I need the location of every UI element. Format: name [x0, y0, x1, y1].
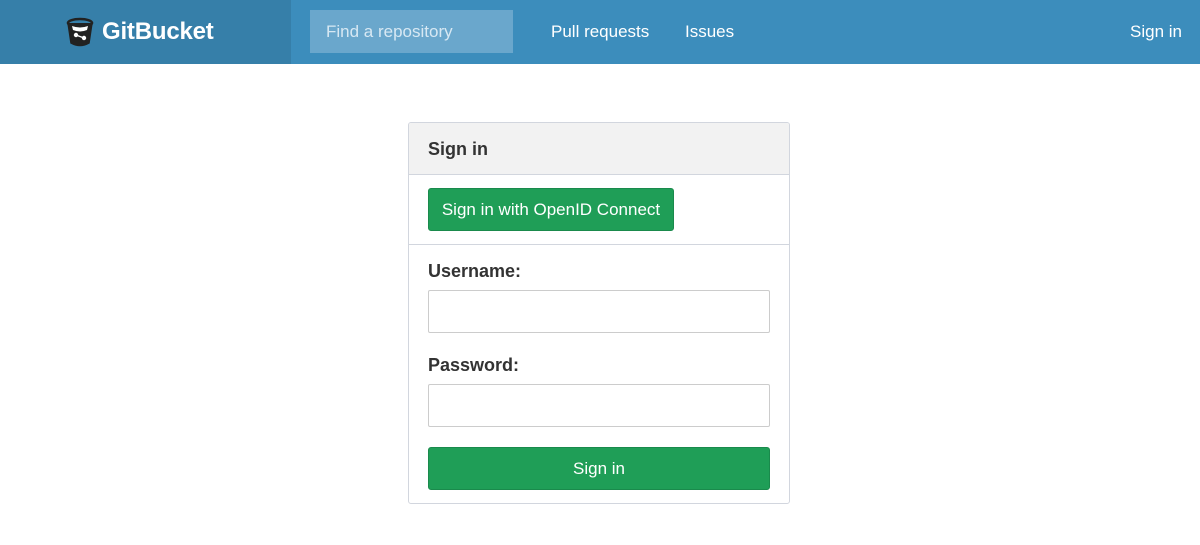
nav-issues-link[interactable]: Issues — [685, 21, 734, 43]
nav-sign-in-link[interactable]: Sign in — [1130, 21, 1182, 43]
brand-area: GitBucket — [0, 0, 291, 64]
brand-home-link[interactable]: GitBucket — [66, 15, 214, 49]
sign-in-panel-title: Sign in — [409, 123, 789, 175]
sign-in-panel: Sign in Sign in with OpenID Connect User… — [408, 122, 790, 504]
password-field[interactable] — [428, 384, 770, 427]
openid-section: Sign in with OpenID Connect — [409, 175, 789, 245]
sign-in-submit-button[interactable]: Sign in — [428, 447, 770, 490]
username-label: Username: — [428, 261, 522, 281]
openid-connect-button[interactable]: Sign in with OpenID Connect — [428, 188, 674, 231]
username-field[interactable] — [428, 290, 770, 333]
top-navbar: GitBucket Pull requests Issues Sign in — [0, 0, 1200, 64]
gitbucket-logo-icon — [66, 17, 94, 47]
sign-in-form: Username: Password: Sign in — [409, 245, 789, 503]
brand-name: GitBucket — [102, 18, 214, 45]
password-label: Password: — [428, 355, 520, 375]
repository-search-input[interactable] — [310, 10, 513, 53]
nav-pull-requests-link[interactable]: Pull requests — [551, 21, 649, 43]
